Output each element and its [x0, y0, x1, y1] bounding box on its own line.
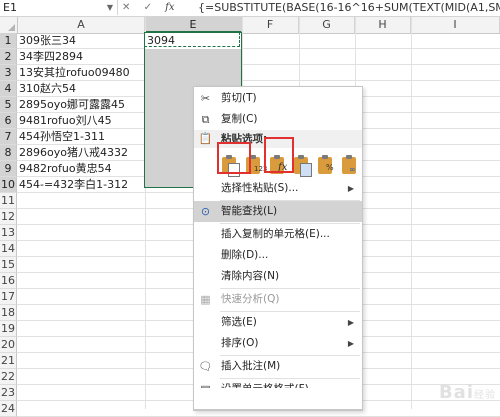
cell-a3[interactable]: 13安其拉rofuo09480 [19, 65, 130, 81]
menu-item-delete-label: 删除(D)... [221, 249, 269, 261]
column-header-row: A E F G H I [0, 17, 500, 34]
row-header-16[interactable]: 16 [0, 273, 17, 289]
row-header-19[interactable]: 19 [0, 321, 17, 337]
comment-icon: 🗨 [198, 360, 213, 373]
chevron-right-icon: ▶ [347, 184, 354, 193]
menu-item-paste-special-label: 选择性粘贴(S)... [221, 182, 299, 194]
paste-link-icon[interactable]: ∞ [340, 154, 360, 176]
watermark-logo: Bai经验 [438, 382, 496, 403]
row-header-23[interactable]: 23 [0, 385, 17, 401]
menu-item-insert-comment-label: 插入批注(M) [221, 360, 281, 372]
name-box[interactable]: E1 ▼ [0, 0, 118, 15]
row-header-18[interactable]: 18 [0, 305, 17, 321]
menu-item-insert-copied-label: 插入复制的单元格(E)... [221, 228, 330, 240]
column-header-g[interactable]: G [299, 17, 355, 33]
row-header-14[interactable]: 14 [0, 241, 17, 257]
cell-a4[interactable]: 310赵六54 [19, 81, 76, 97]
menu-item-paste-special[interactable]: 选择性粘贴(S)... ▶ [194, 178, 362, 199]
enter-icon[interactable]: ✓ [144, 2, 152, 13]
paste-transpose-icon[interactable] [292, 154, 312, 177]
menu-item-copy[interactable]: ⧉ 复制(C) [194, 109, 362, 130]
menu-item-sort-label: 排序(O) [221, 337, 259, 349]
menu-item-insert-comment[interactable]: 🗨 插入批注(M) [194, 356, 362, 377]
cell-e1[interactable]: 3094 [147, 33, 175, 49]
row-header-3[interactable]: 3 [0, 65, 17, 81]
row-header-13[interactable]: 13 [0, 225, 17, 241]
formula-bar-buttons: ✕ ✓ fx [122, 0, 185, 15]
cell-a2[interactable]: 34李四2894 [19, 49, 83, 65]
chevron-right-icon: ▶ [347, 339, 354, 348]
chevron-right-icon: ▶ [347, 318, 354, 327]
row-header-2[interactable]: 2 [0, 49, 17, 65]
menu-item-clear-label: 清除内容(N) [221, 270, 280, 282]
menu-item-copy-label: 复制(C) [221, 113, 258, 125]
row-header-6[interactable]: 6 [0, 113, 17, 129]
cell-a5[interactable]: 2895oyo娜可露露45 [19, 97, 125, 113]
cancel-icon[interactable]: ✕ [122, 2, 130, 13]
column-header-h[interactable]: H [355, 17, 411, 33]
highlight-paste-formulas [264, 137, 294, 173]
menu-item-cut-label: 剪切(T) [221, 92, 257, 104]
row-header-12[interactable]: 12 [0, 209, 17, 225]
formula-bar: E1 ▼ ✕ ✓ fx {=SUBSTITUTE(BASE(16-16^16+S… [0, 0, 500, 17]
context-menu-continued [193, 388, 363, 410]
row-header-7[interactable]: 7 [0, 129, 17, 145]
row-header-21[interactable]: 21 [0, 353, 17, 369]
context-menu: ✂ 剪切(T) ⧉ 复制(C) 📋 粘贴选项: 123 fx % ∞ 选择性粘贴… [193, 86, 363, 411]
cell-a9[interactable]: 9482rofuo黄忠54 [19, 161, 112, 177]
search-icon: ⊙ [200, 205, 211, 218]
cell-a7[interactable]: 454孙悟空1-311 [19, 129, 105, 145]
cell-a8[interactable]: 2896oyo猪八戒4332 [19, 145, 128, 161]
highlight-paste-icon [217, 142, 251, 174]
row-header-8[interactable]: 8 [0, 145, 17, 161]
column-header-a[interactable]: A [18, 17, 145, 33]
scissors-icon: ✂ [200, 92, 211, 105]
column-header-f[interactable]: F [242, 17, 299, 33]
formula-input[interactable]: {=SUBSTITUTE(BASE(16-16^16+SUM(TEXT(MID(… [198, 0, 500, 15]
insert-function-icon[interactable]: fx [165, 2, 174, 13]
row-header-4[interactable]: 4 [0, 81, 17, 97]
menu-item-quick-analysis[interactable]: ▦ 快速分析(Q) [194, 289, 362, 310]
copy-icon: ⧉ [201, 113, 210, 126]
clipboard-icon: 📋 [198, 132, 213, 145]
row-header-11[interactable]: 11 [0, 193, 17, 209]
row-header-9[interactable]: 9 [0, 161, 17, 177]
column-header-i[interactable]: I [411, 17, 500, 33]
menu-item-quick-analysis-label: 快速分析(Q) [221, 293, 280, 305]
row-header-24[interactable]: 24 [0, 401, 17, 417]
menu-item-clear[interactable]: 清除内容(N) [194, 266, 362, 287]
menu-item-smart-lookup-label: 智能查找(L) [221, 205, 278, 217]
menu-item-smart-lookup[interactable]: ⊙ 智能查找(L) [194, 201, 362, 222]
chevron-down-icon[interactable]: ▼ [107, 0, 113, 15]
name-box-value: E1 [3, 1, 17, 14]
quick-analysis-icon: ▦ [200, 293, 211, 306]
menu-item-filter-label: 筛选(E) [221, 316, 257, 328]
row-header-1[interactable]: 1 [0, 33, 17, 49]
menu-item-insert-copied[interactable]: 插入复制的单元格(E)... [194, 224, 362, 245]
row-header-15[interactable]: 15 [0, 257, 17, 273]
cell-a6[interactable]: 9481rofuo刘八45 [19, 113, 112, 129]
menu-item-filter[interactable]: 筛选(E) ▶ [194, 312, 362, 333]
row-header-20[interactable]: 20 [0, 337, 17, 353]
menu-item-delete[interactable]: 删除(D)... [194, 245, 362, 266]
column-header-e[interactable]: E [145, 17, 242, 33]
paste-formatting-icon[interactable]: % [316, 154, 336, 176]
select-all-corner[interactable] [0, 17, 18, 33]
row-header-5[interactable]: 5 [0, 97, 17, 113]
menu-item-cut[interactable]: ✂ 剪切(T) [194, 88, 362, 109]
row-header-22[interactable]: 22 [0, 369, 17, 385]
cell-a1[interactable]: 309张三34 [19, 33, 76, 49]
row-header-17[interactable]: 17 [0, 289, 17, 305]
row-header-10[interactable]: 10 [0, 177, 17, 193]
menu-item-sort[interactable]: 排序(O) ▶ [194, 333, 362, 354]
cell-a10[interactable]: 454-=432李白1-312 [19, 177, 128, 193]
